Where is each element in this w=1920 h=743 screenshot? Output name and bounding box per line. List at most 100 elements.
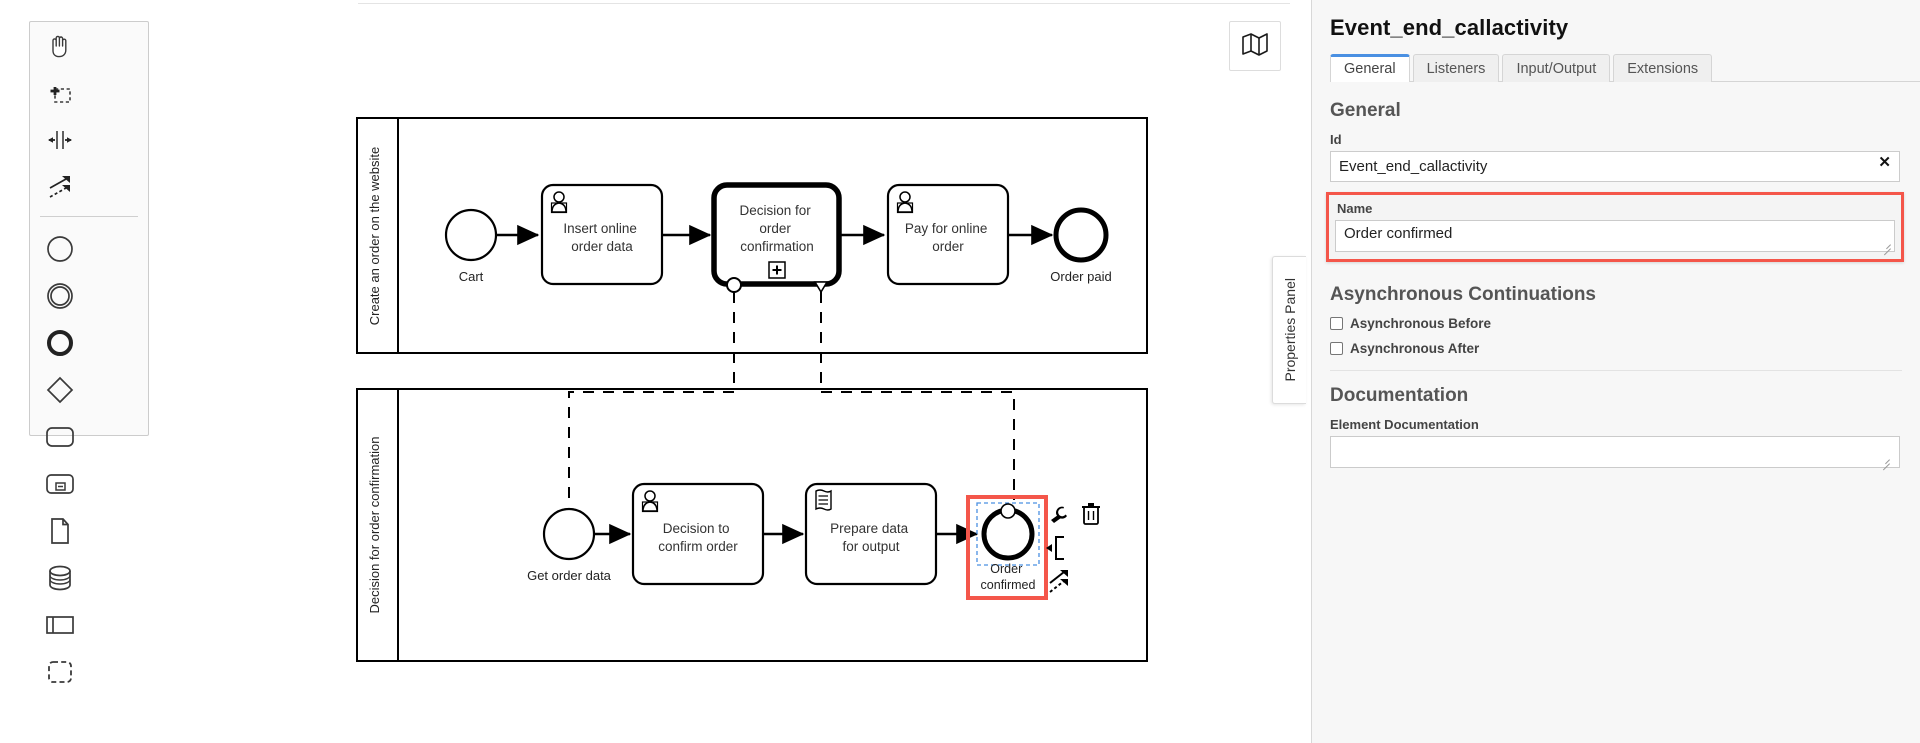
diagram-canvas[interactable]: Create an order on the website Cart Inse… [0,0,1311,743]
clear-id-icon[interactable]: ✕ [1878,155,1891,170]
script-task-icon [815,489,832,511]
database-icon [46,563,74,593]
document-icon [47,516,73,546]
node-label-decision-line3: confirmation [740,239,814,254]
pool-create-order[interactable]: Create an order on the website Cart Inse… [356,117,1148,354]
properties-tabs[interactable]: General Listeners Input/Output Extension… [1330,53,1920,82]
double-circle-icon [45,281,75,311]
wrench-icon[interactable] [1051,506,1067,523]
node-end-order-confirmed[interactable]: Order confirmed [966,495,1048,600]
node-label-decision-confirm-line2: confirm order [658,539,738,554]
node-label-decision-line1: Decision for [739,203,811,218]
node-task-pay-order[interactable]: Pay for online order [886,183,1010,286]
node-call-activity-decision[interactable]: Decision for order confirmation [711,182,842,294]
async-before-row[interactable]: Asynchronous Before [1330,316,1920,331]
palette-divider [40,216,138,217]
hand-tool[interactable] [30,22,90,69]
boundary-circle-marker [726,277,742,293]
properties-panel-title: Event_end_callactivity [1330,15,1569,40]
rounded-rect-icon [44,424,76,450]
hand-icon [47,33,73,59]
element-documentation-input[interactable] [1330,436,1900,468]
context-pad[interactable] [1046,503,1100,593]
lane-label-bottom: Decision for order confirmation [367,436,382,613]
node-label-prepare-line1: Prepare data [830,521,909,536]
async-section-heading: Asynchronous Continuations [1330,284,1596,305]
general-section-heading: General [1330,100,1401,121]
create-participant[interactable] [30,601,90,648]
circle-thin-icon [45,234,75,264]
palette-elements-group [30,225,148,695]
minimap-toggle-button[interactable] [1229,21,1281,71]
tab-listeners-label: Listeners [1426,61,1486,77]
connect-arrows-icon [47,174,73,200]
id-field-group: Id ✕ [1330,132,1900,182]
delete-trash-icon[interactable] [1082,503,1100,525]
section-divider [1330,370,1902,371]
name-input[interactable] [1335,220,1895,252]
tab-general[interactable]: General [1330,54,1410,82]
node-label-get-order-data: Get order data [527,568,612,583]
create-end-event[interactable] [30,319,90,366]
async-before-label: Asynchronous Before [1350,316,1492,331]
create-subprocess-expanded[interactable] [30,460,90,507]
bpmn-diagram: Create an order on the website Cart Inse… [356,117,1148,662]
lasso-tool[interactable] [30,69,90,116]
append-bracket-icon[interactable] [1046,536,1064,560]
map-icon [1241,32,1269,61]
properties-panel: Event_end_callactivity General Listeners… [1311,0,1920,743]
diamond-icon [45,375,75,405]
create-intermediate-event[interactable] [30,272,90,319]
node-label-insert-line2: order data [571,239,633,254]
create-exclusive-gateway[interactable] [30,366,90,413]
node-label-pay-line2: order [932,239,964,254]
tab-input-output-label: Input/Output [1516,61,1597,77]
async-after-checkbox[interactable] [1330,342,1343,355]
pool-icon [44,612,76,638]
space-tool[interactable] [30,116,90,163]
create-task[interactable] [30,413,90,460]
async-after-label: Asynchronous After [1350,341,1480,356]
pool-decision-confirmation[interactable]: Decision for order confirmation Get orde… [356,388,1148,662]
async-after-row[interactable]: Asynchronous After [1330,341,1920,356]
create-data-store[interactable] [30,554,90,601]
expand-plus-marker-icon[interactable] [768,261,786,279]
properties-panel-tab[interactable]: Properties Panel [1272,256,1306,404]
node-label-order-paid: Order paid [1050,269,1111,284]
element-documentation-group: Element Documentation [1330,417,1900,471]
node-label-cart: Cart [459,269,484,284]
create-group[interactable] [30,648,90,695]
async-before-checkbox[interactable] [1330,317,1343,330]
documentation-section-heading: Documentation [1330,385,1469,406]
connect-arrows-icon[interactable] [1049,570,1068,593]
create-data-object[interactable] [30,507,90,554]
node-script-task-prepare-data[interactable]: Prepare data for output [804,482,938,586]
palette-tools-group [30,22,148,210]
node-end-order-paid[interactable]: Order paid [1050,207,1112,284]
element-palette[interactable] [29,21,149,683]
node-label-order-confirmed-line2: confirmed [981,578,1036,592]
node-task-decision-confirm[interactable]: Decision to confirm order [631,482,765,586]
tab-extensions[interactable]: Extensions [1613,54,1713,82]
id-label: Id [1330,132,1342,147]
tab-input-output[interactable]: Input/Output [1502,54,1611,82]
bpmn-modeler: Create an order on the website Cart Inse… [0,0,1920,743]
tab-general-label: General [1344,61,1396,77]
node-label-pay-line1: Pay for online [905,221,988,236]
create-start-event[interactable] [30,225,90,272]
element-documentation-label: Element Documentation [1330,417,1479,432]
node-start-get-order-data[interactable]: Get order data [527,507,612,583]
dashed-group-icon [45,658,75,686]
node-label-prepare-line2: for output [842,539,899,554]
tab-extensions-label: Extensions [1627,61,1699,77]
tab-listeners[interactable]: Listeners [1412,54,1500,82]
lane-label-top: Create an order on the website [367,147,382,326]
space-tool-icon [47,127,73,153]
global-connect-tool[interactable] [30,163,90,210]
svg-text:Order confirmed: Order confirmed [981,562,1036,592]
name-field-group-highlighted: Name [1326,192,1904,262]
circle-thick-icon [45,328,75,358]
id-input[interactable] [1330,151,1900,182]
node-task-insert-order[interactable]: Insert online order data [540,183,664,286]
node-label-order-confirmed-line1: Order [990,562,1022,576]
